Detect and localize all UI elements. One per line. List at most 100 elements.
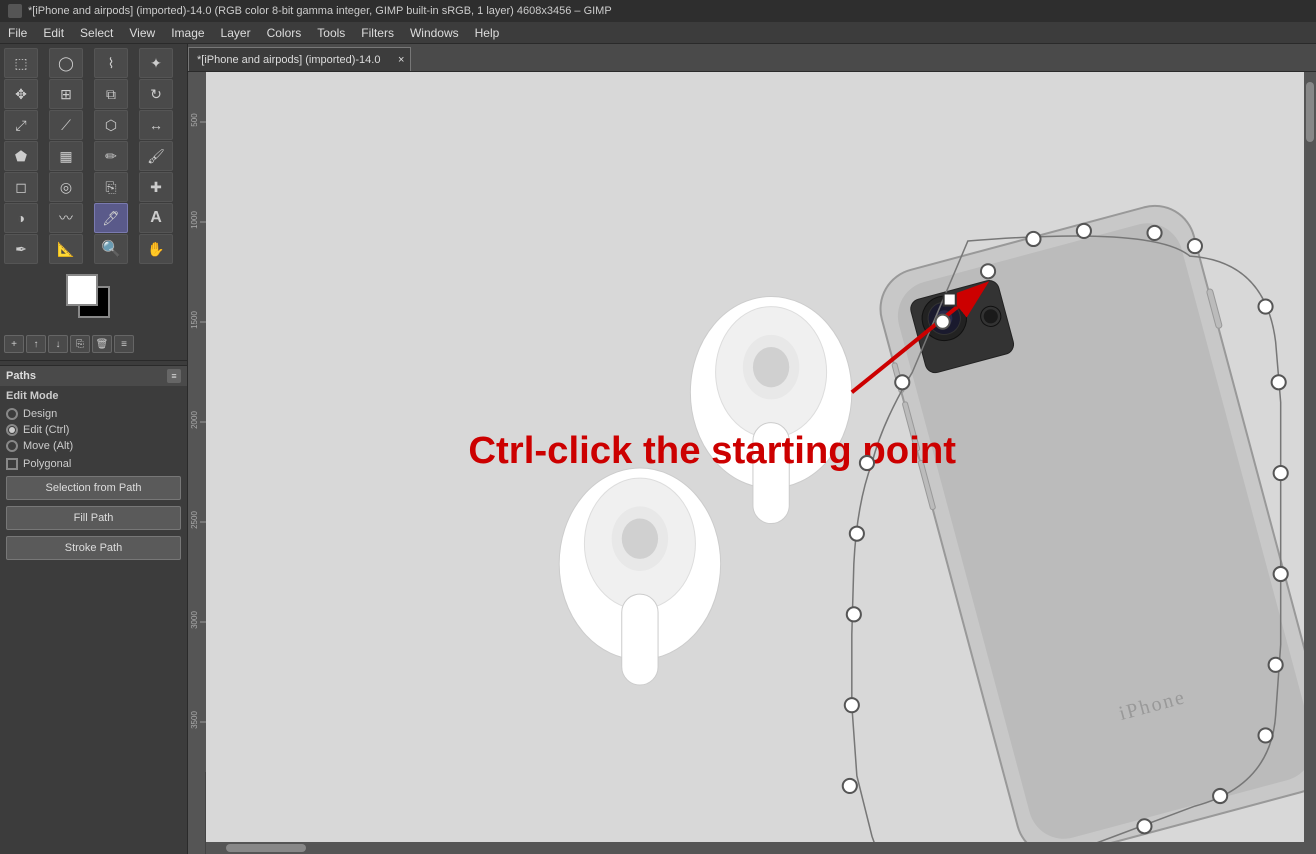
image-display[interactable]: iPhone Ctrl-click the starting [206, 72, 1316, 854]
select-fuzzy-tool[interactable]: ✦ [139, 48, 173, 78]
paintbrush-tool[interactable]: 🖌 [139, 141, 173, 171]
move-mode-radio[interactable] [6, 440, 18, 452]
flip-tool[interactable]: ↔ [139, 110, 173, 140]
scale-tool[interactable]: ⤢ [4, 110, 38, 140]
rotate-tool[interactable]: ↻ [139, 79, 173, 109]
paths-panel-header: Paths ≡ [0, 366, 187, 386]
scrollbar-vertical[interactable] [1304, 72, 1316, 842]
svg-text:3500: 3500 [190, 711, 199, 729]
svg-text:1000: 1000 [190, 211, 199, 229]
svg-text:500: 500 [190, 113, 199, 127]
canvas-tabs: *[iPhone and airpods] (imported)-14.0 × [188, 44, 1316, 72]
paths-panel-content: Edit Mode Design Edit (Ctrl) Move (Alt) [0, 386, 187, 564]
polygonal-checkbox[interactable] [6, 458, 18, 470]
design-mode-option[interactable]: Design [6, 408, 181, 420]
measure-tool[interactable]: 📐 [49, 234, 83, 264]
smudge-tool[interactable]: 〰 [49, 203, 83, 233]
tab-label: *[iPhone and airpods] (imported)-14.0 [197, 54, 380, 66]
crop-tool[interactable]: ⧉ [94, 79, 128, 109]
move-tool[interactable]: ✥ [4, 79, 38, 109]
canvas-wrapper: 500 1000 1500 2000 2500 3000 3500 [188, 72, 1316, 854]
scrollbar-horizontal[interactable] [206, 842, 1316, 854]
title-bar: *[iPhone and airpods] (imported)-14.0 (R… [0, 0, 1316, 22]
zoom-tool[interactable]: 🔍 [94, 234, 128, 264]
paint-bucket-tool[interactable]: ⬟ [4, 141, 38, 171]
select-free-tool[interactable]: ⌇ [94, 48, 128, 78]
eraser-tool[interactable]: ◻ [4, 172, 38, 202]
expand-panel-icon[interactable]: ≡ [114, 335, 134, 353]
svg-text:1500: 1500 [190, 311, 199, 329]
dodge-burn-tool[interactable]: ◑ [4, 203, 38, 233]
paths-panel-title: Paths [6, 370, 36, 382]
toolbox: ⬚ ◯ ⌇ ✦ ✥ ⊞ ⧉ ↻ ⤢ ⟋ ⬡ ↔ ⬟ ▦ ✏ 🖌 ◻ ◎ ⎘ ✚ … [0, 44, 188, 854]
design-mode-radio[interactable] [6, 408, 18, 420]
clone-tool[interactable]: ⎘ [94, 172, 128, 202]
canvas-area: *[iPhone and airpods] (imported)-14.0 × … [188, 44, 1316, 854]
duplicate-path-icon[interactable]: ⎘ [70, 335, 90, 353]
canvas-tab[interactable]: *[iPhone and airpods] (imported)-14.0 × [188, 47, 411, 71]
polygonal-option[interactable]: Polygonal [6, 458, 181, 470]
scrollbar-h-thumb[interactable] [226, 844, 306, 852]
foreground-color[interactable] [66, 274, 98, 306]
color-picker-tool[interactable]: ✒ [4, 234, 38, 264]
app-icon [8, 4, 22, 18]
menu-help[interactable]: Help [467, 22, 508, 43]
select-ellipse-tool[interactable]: ◯ [49, 48, 83, 78]
menu-select[interactable]: Select [72, 22, 121, 43]
align-tool[interactable]: ⊞ [49, 79, 83, 109]
new-path-icon[interactable]: + [4, 335, 24, 353]
hand-tool[interactable]: ✋ [139, 234, 173, 264]
menu-bar: File Edit Select View Image Layer Colors… [0, 22, 1316, 44]
panel-config-icon[interactable]: ≡ [167, 369, 181, 383]
perspective-tool[interactable]: ⬡ [94, 110, 128, 140]
menu-edit[interactable]: Edit [35, 22, 72, 43]
scene-svg: iPhone Ctrl-click the starting [206, 72, 1316, 854]
edit-mode-radio[interactable] [6, 424, 18, 436]
fill-path-btn[interactable]: Fill Path [6, 506, 181, 530]
text-tool[interactable]: A [139, 203, 173, 233]
menu-windows[interactable]: Windows [402, 22, 467, 43]
scrollbar-v-thumb[interactable] [1306, 82, 1314, 142]
paths-tool[interactable]: 🖊 [94, 203, 128, 233]
edit-mode-label: Edit Mode [6, 390, 181, 402]
raise-path-icon[interactable]: ↑ [26, 335, 46, 353]
menu-image[interactable]: Image [163, 22, 212, 43]
lower-path-icon[interactable]: ↓ [48, 335, 68, 353]
panel-header-icons: ≡ [167, 369, 181, 383]
move-mode-option[interactable]: Move (Alt) [6, 440, 181, 452]
panel-icon-row: + ↑ ↓ ⎘ 🗑 ≡ [0, 332, 187, 356]
svg-text:Ctrl-click the starting point: Ctrl-click the starting point [468, 429, 956, 472]
ruler-left: 500 1000 1500 2000 2500 3000 3500 [188, 72, 206, 854]
move-mode-label: Move (Alt) [23, 440, 73, 452]
menu-layer[interactable]: Layer [213, 22, 259, 43]
svg-text:3000: 3000 [190, 611, 199, 629]
design-mode-label: Design [23, 408, 57, 420]
edit-mode-label: Edit (Ctrl) [23, 424, 69, 436]
pencil-tool[interactable]: ✏ [94, 141, 128, 171]
window-title: *[iPhone and airpods] (imported)-14.0 (R… [28, 5, 612, 17]
delete-path-icon[interactable]: 🗑 [92, 335, 112, 353]
stroke-path-btn[interactable]: Stroke Path [6, 536, 181, 560]
edit-mode-option[interactable]: Edit (Ctrl) [6, 424, 181, 436]
selection-from-path-btn[interactable]: Selection from Path [6, 476, 181, 500]
svg-text:2000: 2000 [190, 411, 199, 429]
edit-mode-radio-group: Design Edit (Ctrl) Move (Alt) [6, 406, 181, 454]
tool-options-panel: Paths ≡ Edit Mode Design Edit (Ctrl) [0, 365, 187, 854]
menu-file[interactable]: File [0, 22, 35, 43]
polygonal-label: Polygonal [23, 458, 71, 470]
menu-tools[interactable]: Tools [309, 22, 353, 43]
menu-view[interactable]: View [121, 22, 163, 43]
main-area: ⬚ ◯ ⌇ ✦ ✥ ⊞ ⧉ ↻ ⤢ ⟋ ⬡ ↔ ⬟ ▦ ✏ 🖌 ◻ ◎ ⎘ ✚ … [0, 44, 1316, 854]
color-indicator[interactable] [66, 274, 121, 326]
shear-tool[interactable]: ⟋ [49, 110, 83, 140]
svg-text:2500: 2500 [190, 511, 199, 529]
tab-close-btn[interactable]: × [398, 54, 404, 66]
heal-tool[interactable]: ✚ [139, 172, 173, 202]
menu-colors[interactable]: Colors [259, 22, 310, 43]
canvas-container[interactable]: 500 1000 1500 2000 2500 3000 3500 [206, 72, 1316, 854]
blend-tool[interactable]: ▦ [49, 141, 83, 171]
select-rect-tool[interactable]: ⬚ [4, 48, 38, 78]
divider [0, 360, 187, 361]
airbrush-tool[interactable]: ◎ [49, 172, 83, 202]
menu-filters[interactable]: Filters [353, 22, 402, 43]
